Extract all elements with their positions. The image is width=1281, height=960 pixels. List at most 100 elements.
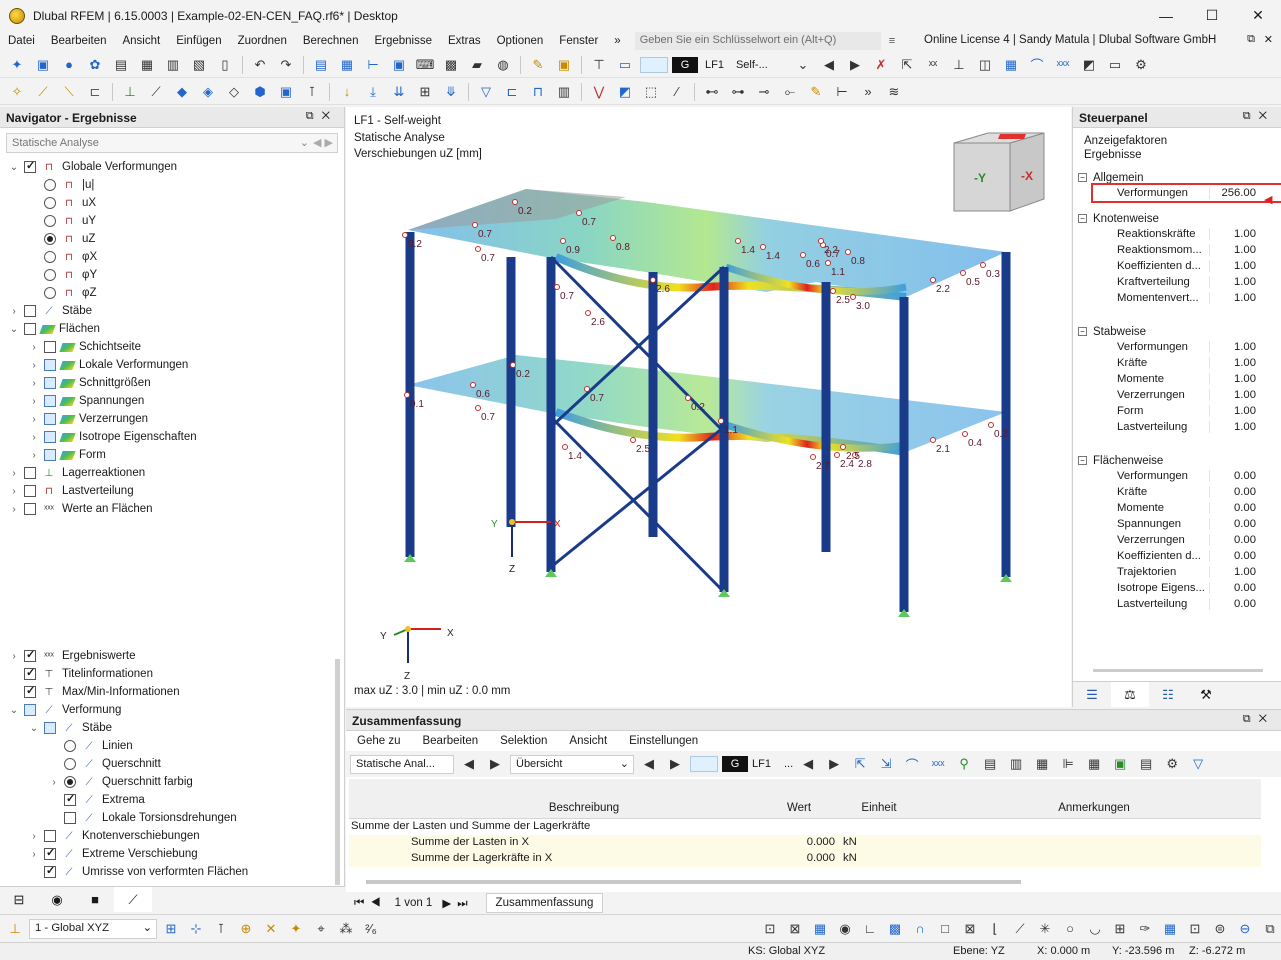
hinge-icon[interactable]: ⟋ <box>145 82 167 102</box>
undo-icon[interactable]: ↶ <box>249 55 271 75</box>
radio-button[interactable] <box>44 197 56 209</box>
solid-icon[interactable]: ▦ <box>1000 55 1022 75</box>
spectrum-icon[interactable]: ⋁ <box>588 82 610 102</box>
factor-row[interactable]: Lastverteilung 0.00 <box>1093 596 1281 612</box>
diag-icon[interactable]: ⟋ <box>1009 919 1031 939</box>
expand-icon[interactable]: › <box>8 651 20 662</box>
grid3-icon[interactable]: ▦ <box>1159 919 1181 939</box>
load-surface-icon[interactable]: ⊞ <box>414 82 436 102</box>
checkbox[interactable] <box>44 449 56 461</box>
open-icon[interactable]: ▣ <box>32 55 54 75</box>
expand-icon[interactable]: › <box>8 486 20 497</box>
tool-icon[interactable]: ✑ <box>1134 919 1156 939</box>
checkbox[interactable] <box>64 812 76 824</box>
checkbox[interactable] <box>24 323 36 335</box>
summary-settings-icon[interactable]: ⚙ <box>1161 754 1183 774</box>
navigator-scrollbar[interactable] <box>335 659 340 885</box>
prev-icon[interactable]: ◀ <box>458 754 480 774</box>
tree-item[interactable]: ⌄ Flächen <box>0 320 344 338</box>
view-cube[interactable]: -Y -X <box>952 131 1048 213</box>
lc-name[interactable]: LF1 <box>705 59 724 71</box>
radio-button[interactable] <box>44 233 56 245</box>
tab-data-icon[interactable]: ⊟ <box>0 887 38 912</box>
menu-berechnen[interactable]: Berechnen <box>295 35 367 47</box>
tree-item[interactable]: ⊓ uY <box>0 212 344 230</box>
menu-ergebnisse[interactable]: Ergebnisse <box>366 35 440 47</box>
checkbox[interactable] <box>44 846 56 860</box>
distribute-icon[interactable]: ⊸ <box>753 82 775 102</box>
balance-icon[interactable]: ⚖ <box>1111 682 1149 707</box>
factor-value[interactable]: 1.00 <box>1210 228 1256 240</box>
camera-icon[interactable]: ⧉ <box>1259 919 1281 939</box>
factor-row[interactable]: Form 1.00 <box>1093 403 1281 419</box>
menu-einfuegen[interactable]: Einfügen <box>168 35 229 47</box>
filter-results-icon[interactable]: ▽ <box>475 82 497 102</box>
radio-button[interactable] <box>44 251 56 263</box>
checkbox[interactable] <box>24 666 36 680</box>
summary-menu-goto[interactable]: Gehe zu <box>346 735 411 747</box>
expand-icon[interactable]: › <box>28 378 40 389</box>
view-top-icon[interactable]: ⊡ <box>759 919 781 939</box>
summary-lc-more[interactable]: ... <box>784 758 793 770</box>
tree-item[interactable]: ⊓ φZ <box>0 284 344 302</box>
factor-value[interactable]: 0.00 <box>1210 486 1256 498</box>
print-icon[interactable]: ▤ <box>110 55 132 75</box>
view-table-icon[interactable]: ▥ <box>553 82 575 102</box>
collapse-icon[interactable]: − <box>1078 456 1087 465</box>
checkbox[interactable] <box>24 704 36 716</box>
menu-datei[interactable]: Datei <box>0 35 43 47</box>
tree-item[interactable]: › ⊓ Lastverteilung <box>0 482 344 500</box>
expand-icon[interactable]: › <box>28 450 40 461</box>
snap-node-icon[interactable]: ⊹ <box>185 919 207 939</box>
factor-value[interactable]: 0.00 <box>1210 534 1256 546</box>
section-icon[interactable]: ⊏ <box>84 82 106 102</box>
load-line-icon[interactable]: ⤓ <box>362 82 384 102</box>
tools-icon[interactable]: ⚒ <box>1187 682 1225 707</box>
save-as-icon[interactable]: ▥ <box>162 55 184 75</box>
factor-row[interactable]: Reaktionskräfte 1.00 <box>1093 226 1281 242</box>
lc-description[interactable]: Self-... <box>736 59 788 71</box>
collapse-icon[interactable]: ⌄ <box>28 723 40 734</box>
save-icon[interactable]: ▦ <box>136 55 158 75</box>
expand-icon[interactable]: › <box>28 342 40 353</box>
tab-views-icon[interactable]: ■ <box>76 887 114 912</box>
next3-icon[interactable]: ▶ <box>823 754 845 774</box>
checkbox[interactable] <box>24 305 36 317</box>
dim-line-icon[interactable]: ⊢ <box>831 82 853 102</box>
deformation-icon[interactable]: ⌒ <box>1026 55 1048 75</box>
restore-doc-icon[interactable]: ⧉ <box>1247 33 1255 46</box>
support-icon[interactable]: ⊥ <box>119 82 141 102</box>
script-icon[interactable]: ⌨ <box>414 55 436 75</box>
collapse-icon[interactable]: − <box>1078 173 1087 182</box>
next2-icon[interactable]: ▶ <box>664 754 686 774</box>
align-left-icon[interactable]: ⊫ <box>1057 754 1079 774</box>
tree-item[interactable]: ⟋ Linien <box>0 737 330 755</box>
tree-item[interactable]: ⊤ Max/Min-Informationen <box>0 683 330 701</box>
factor-value[interactable]: 1.00 <box>1210 276 1256 288</box>
numbering-icon[interactable]: ²⁄₆ <box>360 919 382 939</box>
slash-icon[interactable]: ⁄ <box>666 82 688 102</box>
collapse-icon[interactable]: ⌄ <box>8 162 20 173</box>
box-icon[interactable]: ▣ <box>275 82 297 102</box>
tree-item[interactable]: › ˣˣˣ Werte an Flächen <box>0 500 344 518</box>
factor-value[interactable]: 1.00 <box>1210 357 1256 369</box>
deform-view-icon[interactable]: ⌒ <box>901 754 923 774</box>
checkbox[interactable] <box>24 503 36 515</box>
combo-nav-icon[interactable]: ◀ ▶ <box>313 136 333 149</box>
factor-row[interactable]: Lastverteilung 1.00 <box>1093 419 1281 435</box>
redo-icon[interactable]: ↷ <box>275 55 297 75</box>
tree-item[interactable]: ⟋ Umrisse von verformten Flächen <box>0 863 330 881</box>
tree-item[interactable]: ⟋ Querschnitt <box>0 755 330 773</box>
tree-item[interactable]: ⊓ φY <box>0 266 344 284</box>
factor-value[interactable]: 1.00 <box>1210 292 1256 304</box>
factor-value[interactable]: 1.00 <box>1210 389 1256 401</box>
factor-value[interactable]: 1.00 <box>1210 405 1256 417</box>
tree-item[interactable]: ⟋ Extrema <box>0 791 330 809</box>
first-prev-icon[interactable]: ⏮◀ <box>354 897 387 910</box>
cloud-icon[interactable]: ● <box>58 55 80 75</box>
factor-row[interactable]: Isotrope Eigens... 0.00 <box>1093 580 1281 596</box>
checkbox[interactable] <box>24 159 36 173</box>
tree-item[interactable]: ⊓ uX <box>0 194 344 212</box>
section-header[interactable]: − Allgemein <box>1073 170 1281 185</box>
pin-icon[interactable]: ⊺ <box>301 82 323 102</box>
